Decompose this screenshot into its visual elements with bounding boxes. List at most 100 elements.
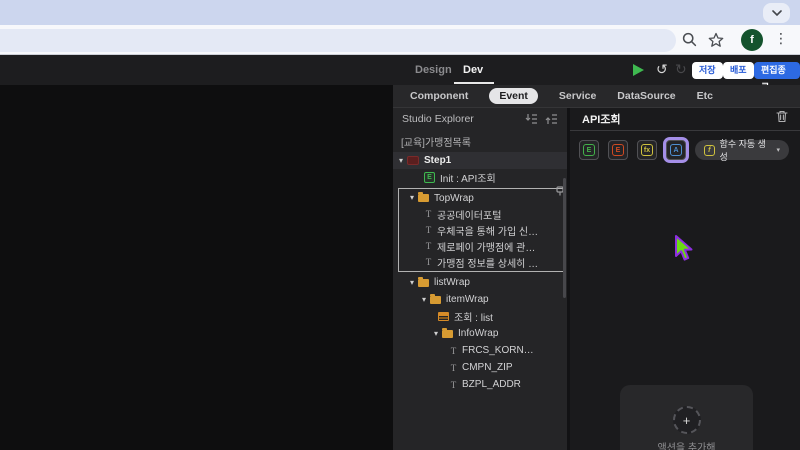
add-action-hint: 액션을 추가해	[657, 443, 716, 450]
active-tab-underline	[454, 82, 494, 84]
deploy-button[interactable]: 배포	[723, 62, 754, 79]
tree-node-label: BZPL_ADDR	[462, 379, 521, 390]
design-canvas[interactable]	[0, 85, 393, 450]
tree-node-label: 가맹점 정보를 상세히 …	[437, 258, 539, 270]
chevron-down-icon	[771, 10, 782, 16]
event-badge-icon: E	[424, 172, 435, 183]
save-button[interactable]: 저장	[692, 62, 723, 79]
tree-node-text[interactable]: T 제로페이 가맹점에 관…	[399, 238, 563, 254]
studio-explorer-panel: Studio Explorer [교육]가맹점목록 ▾ Step1 E Init…	[393, 108, 567, 450]
dropdown-caret-icon: ▾	[776, 147, 780, 154]
event-type-button-green[interactable]: E	[579, 140, 599, 160]
screen-icon	[407, 156, 420, 165]
event-icon: E	[612, 144, 624, 156]
caret-down-icon[interactable]: ▾	[422, 295, 426, 304]
redo-button: ↻	[675, 61, 687, 77]
event-inspector-panel: API조회 E E fx A f 함수 자동 생성 ▾ + 액션을 추가해	[567, 108, 800, 450]
text-component-icon: T	[450, 379, 457, 390]
tree-node-text[interactable]: T BZPL_ADDR	[393, 376, 567, 393]
folder-icon	[442, 327, 454, 338]
tree-node-itemwrap[interactable]: ▾ itemWrap	[393, 291, 567, 308]
tree-node-text[interactable]: T CMPN_ZIP	[393, 359, 567, 376]
run-play-button[interactable]	[633, 64, 644, 76]
explorer-scrollbar[interactable]	[563, 178, 566, 298]
folder-icon	[430, 293, 442, 304]
tab-search-button[interactable]	[763, 3, 790, 23]
event-type-row: E E fx A f 함수 자동 생성 ▾	[570, 131, 800, 162]
tree-node-listwrap[interactable]: ▾ listWrap	[393, 274, 567, 291]
zoom-icon[interactable]	[682, 32, 697, 52]
tree-node-init-event[interactable]: E Init : API조회	[393, 169, 567, 186]
browser-menu-icon[interactable]: ⋮	[774, 30, 788, 47]
tree-node-label: 공공데이터포털	[437, 210, 502, 222]
function-icon: f	[704, 144, 715, 156]
auto-generate-label: 함수 자동 생성	[719, 139, 766, 162]
explorer-root-label[interactable]: [교육]가맹점목록	[393, 130, 567, 152]
caret-down-icon[interactable]: ▾	[410, 278, 414, 287]
table-icon	[438, 312, 449, 321]
caret-down-icon[interactable]: ▾	[434, 329, 438, 338]
caret-down-icon[interactable]: ▾	[410, 194, 414, 202]
tree-node-label: itemWrap	[446, 294, 489, 305]
event-type-button-red[interactable]: E	[608, 140, 628, 160]
text-component-icon: T	[450, 345, 457, 356]
studio-app-window: f ⋮ Design Dev ↺ ↻ 저장 배포 편집종료 Component …	[0, 0, 800, 450]
address-bar[interactable]	[0, 29, 676, 52]
end-edit-button[interactable]: 편집종료	[754, 62, 800, 92]
avatar[interactable]: f	[741, 29, 763, 51]
tree-node-label: Step1	[424, 155, 452, 166]
tree-node-label: 제로페이 가맹점에 관…	[437, 242, 536, 254]
tree-node-label: InfoWrap	[458, 328, 499, 339]
tree-node-text[interactable]: T 우체국을 통해 가입 신…	[399, 222, 563, 238]
tab-service[interactable]: Service	[559, 90, 596, 102]
tree-node-text[interactable]: T FRCS_KORN…	[393, 342, 567, 359]
tree-node-label: FRCS_KORN…	[462, 345, 534, 356]
caret-down-icon[interactable]: ▾	[399, 156, 403, 165]
selection-box: ▾ TopWrap T 공공데이터포털 T 우체국을 통해 가입 신… T 제로…	[398, 186, 564, 272]
undo-button[interactable]: ↺	[656, 61, 668, 78]
text-component-icon: T	[425, 209, 432, 219]
bookmark-star-icon[interactable]	[708, 32, 724, 53]
tab-design[interactable]: Design	[415, 64, 452, 76]
explorer-header: Studio Explorer	[393, 108, 567, 130]
tree-node-label: 조회 : list	[454, 313, 493, 324]
action-icon: A	[670, 144, 682, 156]
studio-toolbar: Design Dev ↺ ↻ 저장 배포 편집종료	[0, 55, 800, 92]
tree-node-topwrap[interactable]: ▾ TopWrap	[399, 190, 563, 206]
tab-event[interactable]: Event	[489, 88, 538, 104]
event-type-button-action[interactable]: A	[666, 140, 686, 160]
tab-component[interactable]: Component	[410, 90, 468, 102]
expand-all-icon[interactable]	[525, 113, 538, 125]
event-icon: E	[583, 144, 595, 156]
text-component-icon: T	[450, 362, 457, 373]
function-icon: fx	[641, 144, 653, 156]
add-action-plus-button[interactable]: +	[672, 406, 701, 434]
tree-node-label: Init : API조회	[440, 174, 496, 185]
inspector-title: API조회	[582, 114, 621, 126]
tree-node-infowrap[interactable]: ▾ InfoWrap	[393, 325, 567, 342]
text-component-icon: T	[425, 225, 432, 235]
section-tabbar: Component Event Service DataSource Etc	[393, 85, 800, 108]
explorer-title: Studio Explorer	[402, 113, 474, 125]
tree-node-label: listWrap	[434, 277, 470, 288]
tree-node-label: TopWrap	[434, 192, 474, 204]
tree-node-label: 우체국을 통해 가입 신…	[437, 226, 539, 238]
tab-dev[interactable]: Dev	[463, 64, 483, 76]
tab-etc[interactable]: Etc	[697, 90, 713, 102]
delete-trash-icon[interactable]	[776, 110, 788, 128]
browser-tabstrip	[0, 0, 800, 25]
tree-node-text[interactable]: T 공공데이터포털	[399, 206, 563, 222]
auto-generate-function-button[interactable]: f 함수 자동 생성 ▾	[695, 139, 789, 162]
tree-node-label: CMPN_ZIP	[462, 362, 513, 373]
collapse-all-icon[interactable]	[545, 113, 558, 125]
add-action-card[interactable]: + 액션을 추가해	[620, 385, 753, 450]
event-type-button-function[interactable]: fx	[637, 140, 657, 160]
tab-datasource[interactable]: DataSource	[617, 90, 675, 102]
inspector-header: API조회	[570, 108, 800, 131]
folder-icon	[418, 192, 430, 202]
tree-node-step1[interactable]: ▾ Step1	[393, 152, 567, 169]
tree-node-text[interactable]: T 가맹점 정보를 상세히 …	[399, 254, 563, 270]
tree-node-list-binding[interactable]: 조회 : list	[393, 308, 567, 325]
text-component-icon: T	[425, 241, 432, 251]
browser-toolbar: f ⋮	[0, 25, 800, 55]
